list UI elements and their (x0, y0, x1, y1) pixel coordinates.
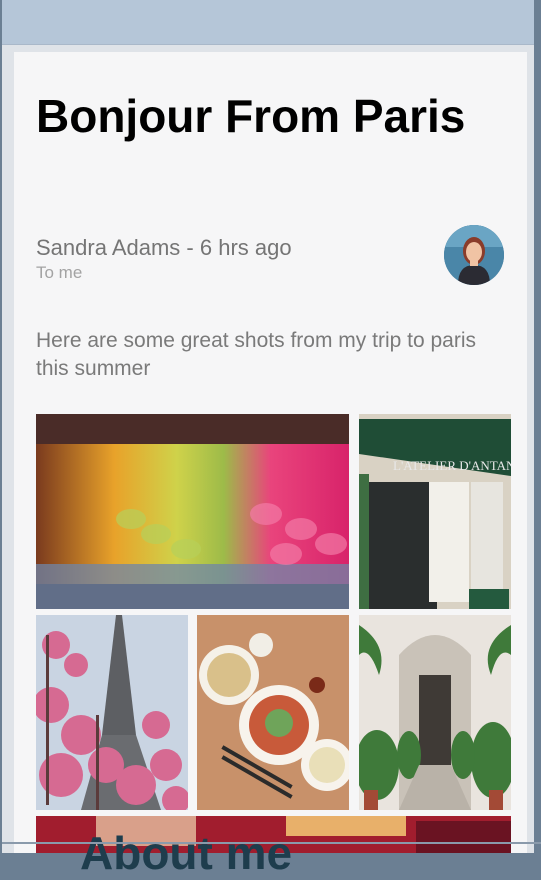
email-card: Bonjour From Paris Sandra Adams - 6 hrs … (14, 52, 527, 853)
avatar[interactable] (444, 225, 504, 285)
email-title: Bonjour From Paris (36, 90, 466, 142)
svg-text:L'ATELIER D'ANTAN: L'ATELIER D'ANTAN (393, 458, 511, 473)
photo-arcade[interactable] (359, 615, 511, 810)
sender-line: Sandra Adams - 6 hrs ago (36, 235, 292, 260)
email-body: Here are some great shots from my trip t… (36, 329, 476, 380)
app-window: Bonjour From Paris Sandra Adams - 6 hrs … (2, 0, 541, 879)
recipient-label: To me (36, 263, 83, 282)
photo-eiffel-tower[interactable] (36, 615, 188, 810)
photo-macarons[interactable] (36, 414, 349, 609)
photo-storefront[interactable]: L'ATELIER D'ANTAN (359, 414, 511, 609)
about-me-heading: About me (80, 827, 293, 879)
photo-food[interactable] (197, 615, 349, 810)
top-bar (2, 0, 534, 45)
bottom-divider (2, 842, 541, 844)
